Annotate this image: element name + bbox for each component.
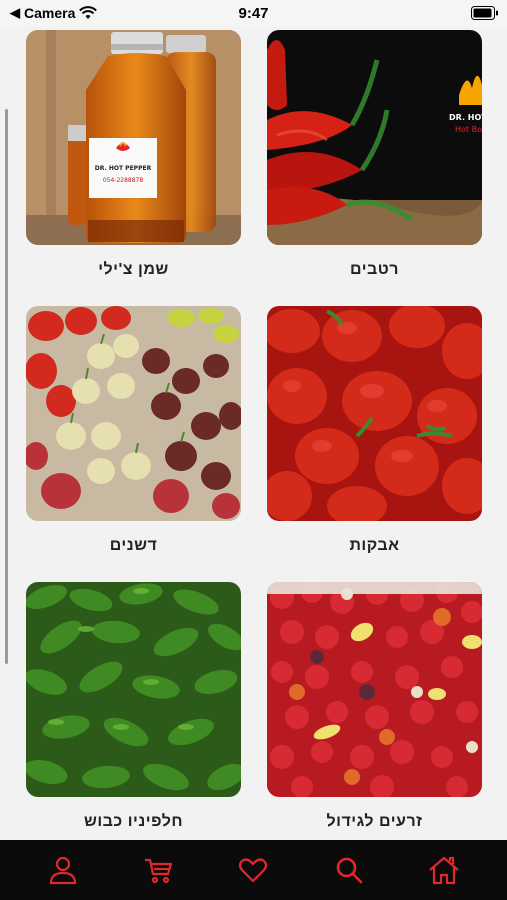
- pickled-jalapeno-image: [26, 582, 241, 797]
- category-card-growing-seeds[interactable]: זרעים לגידול: [267, 582, 482, 834]
- heart-icon: [239, 858, 268, 883]
- chili-oil-image: DR. HOT PEPPER 054-2288878: [26, 30, 241, 245]
- sauce-logo-sub: Hot Bo: [455, 125, 482, 134]
- category-label: דשנים: [109, 537, 158, 554]
- category-card-powders[interactable]: אבקות: [267, 306, 482, 558]
- category-label: שמן צ'ילי: [98, 261, 169, 278]
- tab-search[interactable]: [324, 845, 374, 895]
- category-card-fertilizers[interactable]: דשנים: [26, 306, 241, 558]
- scrollbar[interactable]: [5, 109, 8, 664]
- category-card-pickled-jalapeno[interactable]: חלפיניו כבוש: [26, 582, 241, 834]
- category-label: חלפיניו כבוש: [83, 813, 184, 830]
- status-bar: ◀ Camera 9:47: [0, 0, 507, 27]
- tab-cart[interactable]: [133, 845, 183, 895]
- sauce-logo-brand: DR. HOT: [449, 113, 482, 122]
- search-icon: [336, 857, 363, 884]
- category-grid: DR. HOT PEPPER 054-2288878 שמן צ'ילי DR.…: [26, 30, 482, 834]
- category-label: אבקות: [349, 537, 400, 554]
- tab-profile[interactable]: [38, 845, 88, 895]
- battery-icon: [471, 6, 499, 25]
- category-label: רטבים: [350, 261, 399, 278]
- tab-favorites[interactable]: [228, 845, 278, 895]
- bottle-label-brand: DR. HOT PEPPER: [95, 165, 152, 172]
- sauces-image: DR. HOT Hot Bo: [267, 30, 482, 245]
- category-label: זרעים לגידול: [326, 813, 423, 830]
- category-list[interactable]: DR. HOT PEPPER 054-2288878 שמן צ'ילי DR.…: [0, 27, 507, 840]
- bottle-label-phone: 054-2288878: [103, 177, 144, 184]
- clock: 9:47: [238, 5, 269, 22]
- growing-seeds-image: [267, 582, 482, 797]
- category-card-chili-oil[interactable]: DR. HOT PEPPER 054-2288878 שמן צ'ילי: [26, 30, 241, 282]
- home-icon: [429, 856, 459, 885]
- powders-image: [267, 306, 482, 521]
- bottom-tab-bar: [0, 840, 507, 900]
- profile-icon: [49, 856, 76, 885]
- cart-icon: [145, 858, 173, 884]
- category-card-sauces[interactable]: DR. HOT Hot Bo רטבים: [267, 30, 482, 282]
- tab-home[interactable]: [419, 845, 469, 895]
- fertilizers-image: [26, 306, 241, 521]
